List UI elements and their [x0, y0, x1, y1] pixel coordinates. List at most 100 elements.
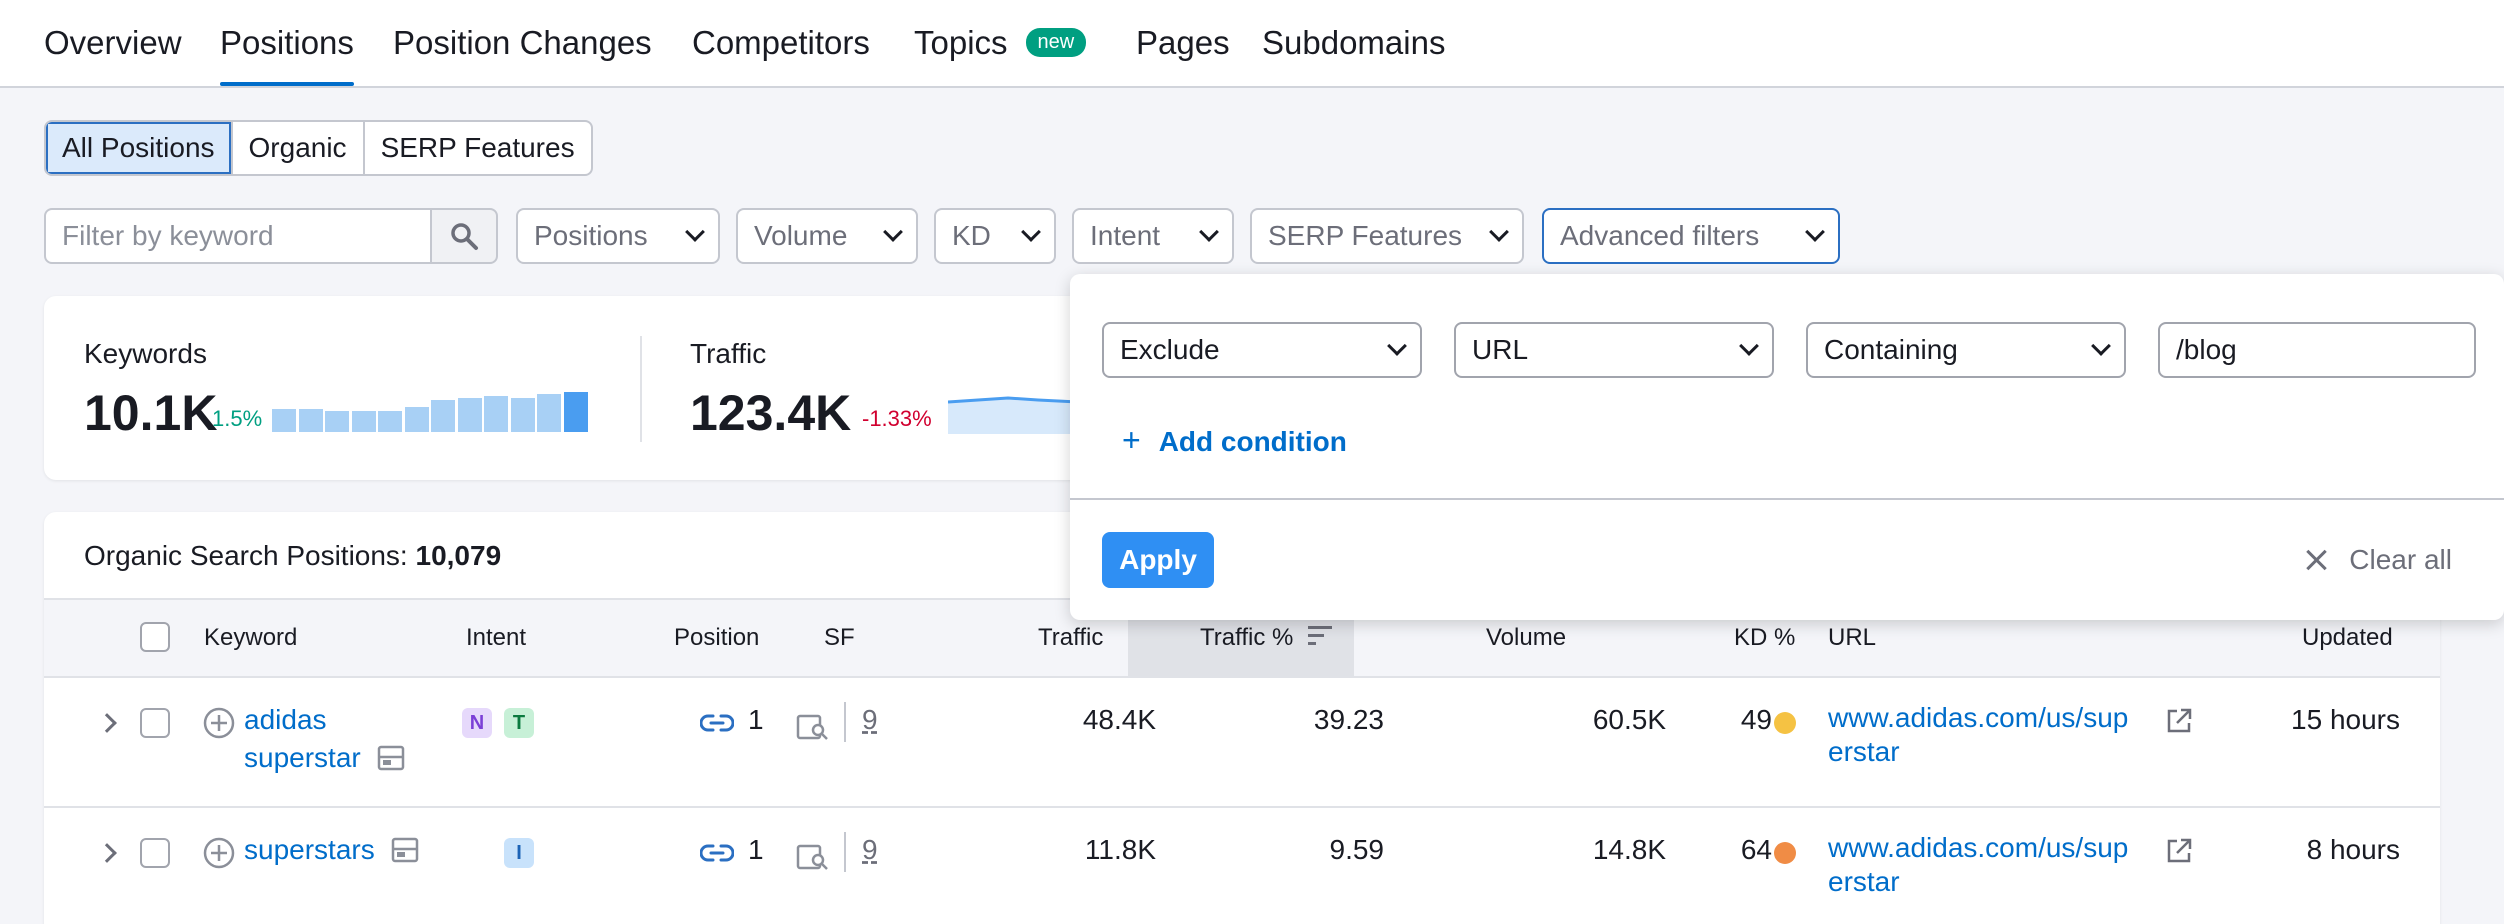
col-kd[interactable]: KD %: [1734, 624, 1795, 652]
sort-icon: [1308, 626, 1333, 645]
position-type-switch: All Positions Organic SERP Features: [44, 120, 593, 176]
trend-bar: [484, 396, 508, 432]
table-title: Organic Search Positions: 10,079: [84, 540, 501, 572]
traffic-value: 11.8K: [1084, 834, 1156, 865]
kd-value: 49: [1740, 704, 1772, 735]
serp-features-filter[interactable]: SERP Features: [1250, 208, 1524, 264]
condition-type-select[interactable]: Exclude: [1102, 322, 1422, 378]
condition-value-input[interactable]: /blog: [2158, 322, 2476, 378]
serp-feature-icon[interactable]: [796, 840, 830, 872]
intent-filter-label: Intent: [1090, 220, 1161, 251]
keyword-filter-input[interactable]: Filter by keyword: [44, 208, 432, 264]
segment-serp-features[interactable]: SERP Features: [365, 122, 591, 174]
col-traffic-pct[interactable]: Traffic %: [1200, 624, 1334, 652]
clear-all-button[interactable]: Clear all: [2305, 544, 2452, 576]
metric-divider: [640, 336, 642, 442]
keyword-link[interactable]: adidas: [244, 704, 327, 736]
report-tabs: Overview Positions Position Changes Comp…: [0, 0, 2504, 88]
link-icon: [700, 844, 734, 862]
serp-feature-icon[interactable]: [796, 710, 830, 742]
apply-button[interactable]: Apply: [1102, 532, 1214, 588]
expand-row-icon[interactable]: [97, 843, 117, 863]
popup-divider: [1070, 498, 2504, 500]
tab-label: Pages: [1136, 24, 1230, 61]
volume-filter[interactable]: Volume: [736, 208, 918, 264]
traffic-value: 48.4K: [1082, 704, 1156, 735]
tab-pages[interactable]: Pages: [1136, 24, 1230, 62]
trend-bar: [298, 409, 323, 432]
sf-divider: [844, 702, 846, 742]
chevron-down-icon: [883, 222, 903, 242]
col-keyword[interactable]: Keyword: [204, 624, 297, 652]
chevron-down-icon: [1739, 336, 1759, 356]
trend-bar: [537, 394, 561, 432]
col-volume[interactable]: Volume: [1486, 624, 1566, 652]
tab-position-changes[interactable]: Position Changes: [393, 24, 652, 62]
sf-count-link[interactable]: 9: [862, 704, 878, 736]
intent-filter[interactable]: Intent: [1072, 208, 1234, 264]
segment-all-positions[interactable]: All Positions: [46, 122, 233, 174]
kd-difficulty-dot: [1774, 842, 1796, 864]
tab-topics[interactable]: Topics new: [914, 24, 1087, 62]
expand-row-icon[interactable]: [97, 713, 117, 733]
kd-filter[interactable]: KD: [934, 208, 1056, 264]
tab-positions[interactable]: Positions: [220, 24, 354, 86]
url-link-line-2[interactable]: erstar: [1828, 866, 1900, 898]
chevron-down-icon: [1805, 222, 1825, 242]
col-position[interactable]: Position: [674, 624, 759, 652]
trend-bar: [378, 411, 402, 432]
keyword-link[interactable]: superstars: [244, 834, 419, 866]
tab-subdomains[interactable]: Subdomains: [1262, 24, 1445, 62]
advanced-filters-button[interactable]: Advanced filters: [1542, 208, 1840, 264]
traffic-trend-chart: [948, 396, 1078, 434]
serp-snapshot-icon[interactable]: [377, 745, 405, 771]
serp-features-filter-label: SERP Features: [1268, 220, 1463, 251]
url-line-1: www.adidas.com/us/sup: [1828, 702, 2129, 733]
condition-operator-value: Containing: [1824, 334, 1958, 365]
external-link-icon[interactable]: [2164, 706, 2194, 736]
url-link[interactable]: www.adidas.com/us/sup: [1828, 702, 2128, 734]
col-intent[interactable]: Intent: [466, 624, 526, 652]
col-traffic[interactable]: Traffic: [1038, 624, 1103, 652]
row-checkbox[interactable]: [140, 838, 170, 868]
segment-organic[interactable]: Organic: [233, 122, 365, 174]
clear-all-label: Clear all: [2349, 544, 2452, 575]
trend-bar: [404, 407, 429, 432]
sf-count-link[interactable]: 9: [862, 834, 878, 866]
external-link-icon[interactable]: [2164, 836, 2194, 866]
chevron-down-icon: [685, 222, 705, 242]
search-button[interactable]: [430, 208, 498, 264]
select-all-checkbox[interactable]: [140, 622, 170, 652]
tab-competitors[interactable]: Competitors: [692, 24, 870, 62]
keyword-line-1: superstars: [244, 834, 375, 865]
tab-overview[interactable]: Overview: [44, 24, 182, 62]
keyword-link-line-2[interactable]: superstar: [244, 742, 405, 774]
add-keyword-icon[interactable]: [202, 836, 236, 870]
chevron-down-icon: [1021, 222, 1041, 242]
url-link[interactable]: www.adidas.com/us/sup: [1828, 832, 2128, 864]
table-row: superstars I 1 9 11.8K 9.59 14.8K 64 www…: [44, 808, 2440, 924]
new-badge: new: [1025, 28, 1087, 57]
advanced-filters-label: Advanced filters: [1560, 220, 1760, 251]
col-url[interactable]: URL: [1828, 624, 1876, 652]
add-keyword-icon[interactable]: [202, 706, 236, 740]
traffic-label: Traffic: [690, 338, 767, 369]
traffic-value: 123.4K: [690, 385, 852, 441]
sf-divider: [844, 832, 846, 872]
serp-snapshot-icon[interactable]: [391, 837, 419, 863]
col-updated[interactable]: Updated: [2302, 624, 2393, 652]
tab-label: Position Changes: [393, 24, 652, 61]
condition-field-select[interactable]: URL: [1454, 322, 1774, 378]
positions-filter[interactable]: Positions: [516, 208, 720, 264]
kd-difficulty-dot: [1774, 712, 1796, 734]
keywords-trend-chart: [272, 390, 592, 432]
condition-operator-select[interactable]: Containing: [1806, 322, 2126, 378]
intent-badge-transactional: T: [504, 708, 534, 738]
add-condition-button[interactable]: + Add condition: [1122, 422, 1347, 459]
url-link-line-2[interactable]: erstar: [1828, 736, 1900, 768]
row-checkbox[interactable]: [140, 708, 170, 738]
advanced-filters-popup: Exclude URL Containing /blog + Add condit…: [1070, 274, 2504, 620]
position-value: 1: [748, 704, 764, 735]
table-title-count: 10,079: [415, 540, 502, 571]
col-sf[interactable]: SF: [824, 624, 855, 652]
